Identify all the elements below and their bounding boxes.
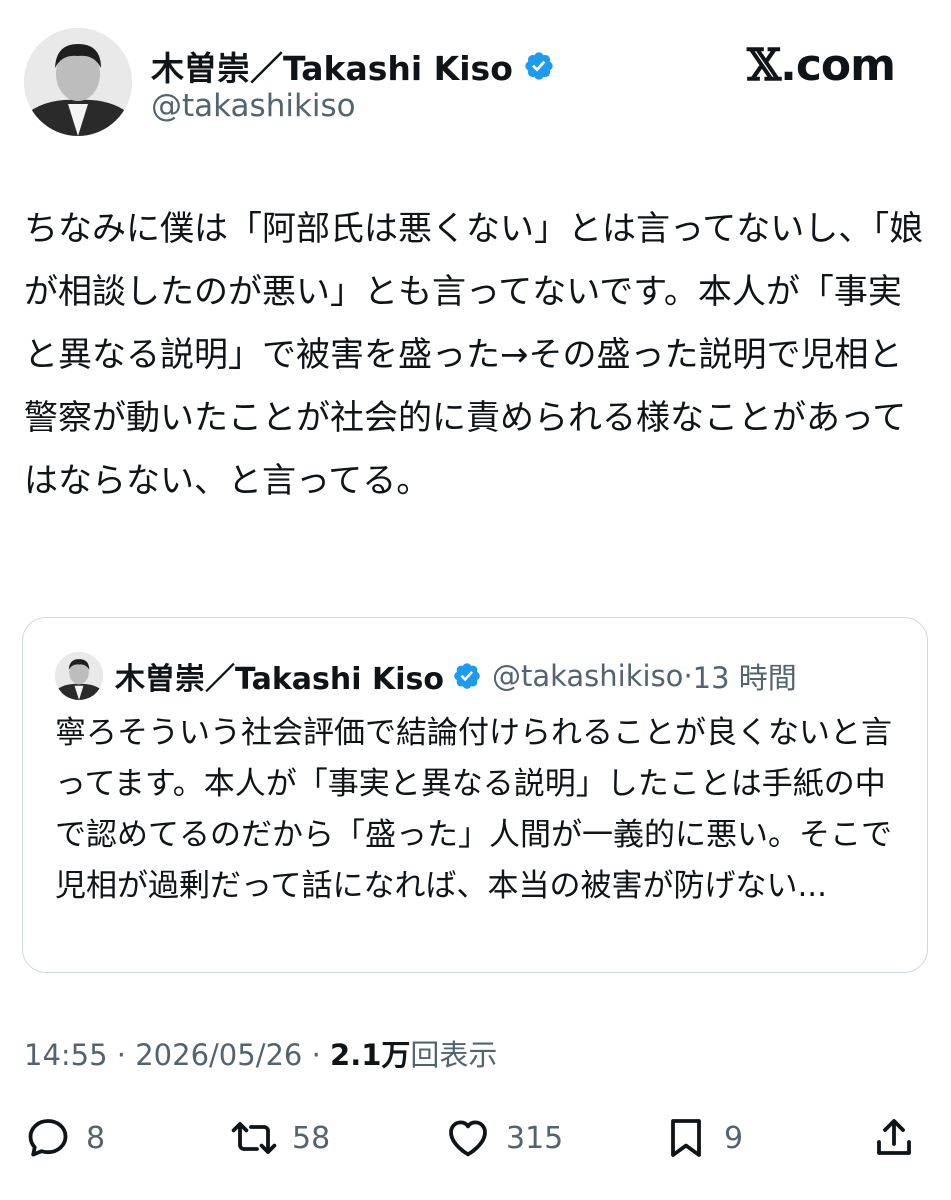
- reply-count: 8: [86, 1120, 106, 1156]
- tweet-date[interactable]: 2026/05/26: [135, 1038, 302, 1072]
- quoted-avatar: [55, 652, 103, 700]
- bookmark-button[interactable]: 9: [662, 1114, 743, 1162]
- reply-button[interactable]: 8: [24, 1114, 105, 1162]
- verified-badge-icon: [454, 663, 480, 689]
- quoted-separator: ·: [683, 659, 693, 693]
- retweet-icon: [231, 1122, 277, 1154]
- x-mark: 𝕏: [746, 40, 781, 91]
- tweet-header: 木曽崇／Takashi Kiso @takashikiso 𝕏.com: [24, 28, 927, 140]
- quoted-timestamp: 13 時間: [692, 661, 797, 695]
- brand-suffix: .com: [780, 40, 896, 91]
- like-icon: [449, 1120, 487, 1157]
- views-label: 回表示: [410, 1038, 498, 1072]
- x-logo: 𝕏.com: [746, 40, 896, 91]
- tweet-time[interactable]: 14:55: [24, 1038, 108, 1072]
- bookmark-count: 9: [724, 1120, 744, 1156]
- views-count: 2.1万: [330, 1038, 411, 1072]
- like-count: 315: [506, 1120, 564, 1156]
- quoted-tweet-text: 寧ろそういう社会評価で結論付けられることが良くないと言ってます。本人が「事実と異…: [55, 715, 892, 904]
- meta-separator: ·: [302, 1038, 331, 1072]
- like-button[interactable]: 315: [444, 1114, 563, 1162]
- retweet-count: 58: [292, 1120, 331, 1156]
- tweet-meta: 14:55 · 2026/05/26 · 2.1万回表示: [24, 1032, 497, 1074]
- share-button[interactable]: [870, 1114, 918, 1162]
- avatar[interactable]: [24, 28, 132, 136]
- share-icon: [877, 1119, 911, 1155]
- action-bar: 8 58 315 9: [24, 1108, 927, 1168]
- author-name[interactable]: 木曽崇／Takashi Kiso: [151, 42, 555, 90]
- quoted-author-name: 木曽崇／Takashi Kiso: [115, 662, 444, 697]
- quoted-tweet-header: 木曽崇／Takashi Kiso @takashikiso · 13 時間: [55, 652, 797, 700]
- meta-separator: ·: [107, 1038, 136, 1072]
- retweet-button[interactable]: 58: [230, 1114, 330, 1162]
- quoted-author-handle: @takashikiso: [491, 659, 684, 693]
- verified-badge-icon: [525, 52, 553, 80]
- author-handle[interactable]: @takashikiso: [151, 88, 356, 124]
- reply-icon: [28, 1119, 68, 1157]
- quoted-tweet[interactable]: 木曽崇／Takashi Kiso @takashikiso · 13 時間 寧ろ…: [22, 617, 928, 973]
- author-name-text[interactable]: 木曽崇／Takashi Kiso: [151, 42, 513, 90]
- bookmark-icon: [671, 1119, 701, 1157]
- tweet-text: ちなみに僕は「阿部氏は悪くない」とは言ってないし、「娘が相談したのが悪い」とも言…: [24, 209, 924, 501]
